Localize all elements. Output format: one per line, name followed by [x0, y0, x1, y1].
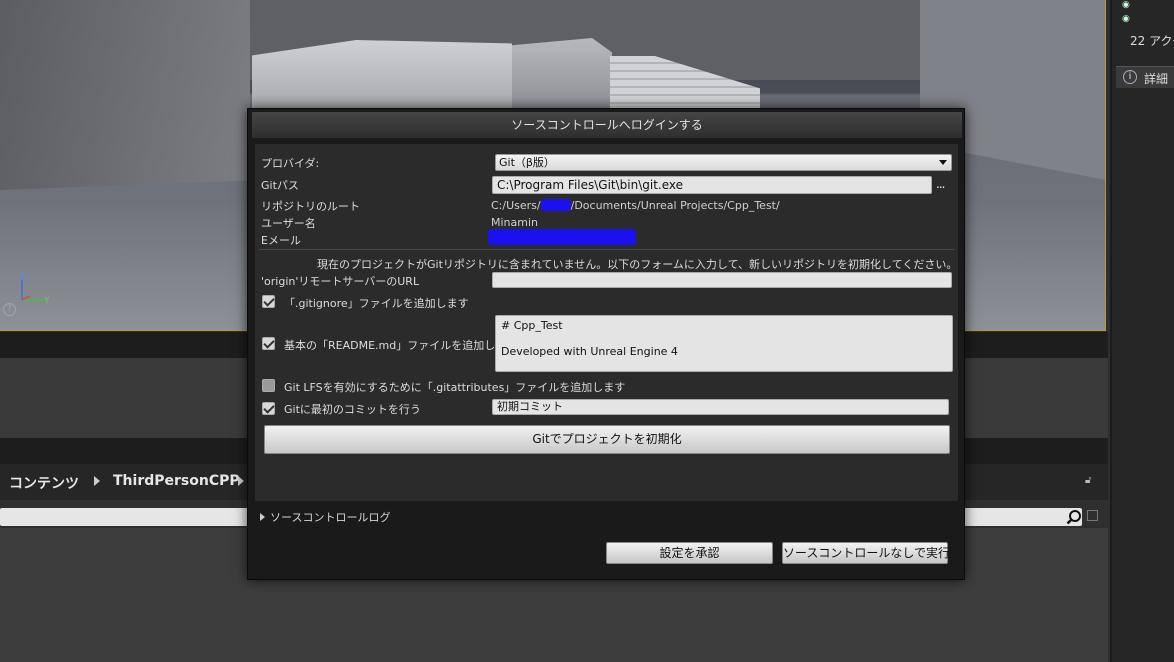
provider-label: プロバイダ: — [261, 157, 320, 170]
viewport-geometry — [512, 38, 612, 110]
breadcrumb-folder[interactable]: ThirdPersonCPP — [113, 473, 240, 489]
repo-root-prefix: C:/Users/ — [491, 199, 541, 212]
email-label: Eメール — [261, 234, 301, 247]
chevron-down-icon — [939, 160, 947, 165]
git-path-input[interactable]: C:\Program Files\Git\bin\git.exe — [492, 176, 932, 194]
initial-commit-label: Gitに最初のコミットを行う — [284, 403, 421, 416]
tab-details-label: 詳細 — [1144, 72, 1169, 86]
browse-button[interactable]: ... — [936, 177, 946, 191]
repo-root-label: リポジトリのルート — [261, 200, 360, 213]
viewport-wall — [0, 0, 250, 190]
save-icon[interactable] — [1087, 510, 1098, 521]
redaction-mark — [540, 199, 571, 211]
remote-url-input[interactable] — [492, 272, 952, 288]
visibility-eye-icon[interactable]: ◉ — [1122, 14, 1138, 24]
provider-select-value: Git（β版） — [499, 156, 555, 169]
initial-commit-message-input[interactable]: 初期コミット — [492, 399, 949, 415]
remote-url-label: 'origin'リモートサーバーのURL — [261, 275, 420, 288]
viewport-geometry — [252, 40, 512, 110]
provider-select[interactable]: Git（β版） — [495, 154, 952, 171]
chevron-right-icon[interactable] — [94, 476, 100, 486]
lock-icon[interactable]: 🔓︎ — [1085, 475, 1097, 487]
help-icon[interactable]: ? — [3, 303, 16, 316]
chevron-right-icon[interactable] — [238, 476, 244, 486]
lfs-checkbox[interactable] — [262, 379, 275, 392]
user-name-label: ユーザー名 — [261, 217, 316, 230]
readme-content-textarea[interactable]: # Cpp_Test Developed with Unreal Engine … — [495, 315, 953, 372]
svg-text:Z: Z — [20, 273, 26, 283]
readme-label: 基本の「README.md」ファイルを追加します — [284, 339, 518, 352]
source-control-log-toggle[interactable]: ソースコントロールログ — [260, 509, 390, 525]
repo-root-suffix: /Documents/Unreal Projects/Cpp_Test/ — [570, 199, 780, 212]
repo-root-value: C:/Users/ /Documents/Unreal Projects/Cpp_… — [491, 199, 780, 212]
divider — [259, 249, 954, 250]
source-control-log-label: ソースコントロールログ — [270, 511, 391, 524]
outliner-panel: ◉ ◉ 22 アクタ i 詳細 — [1110, 0, 1174, 662]
chevron-right-icon — [260, 513, 265, 521]
lfs-label: Git LFSを有効にするために「.gitattributes」ファイルを追加し… — [284, 381, 626, 394]
breadcrumb-content[interactable]: コンテンツ — [9, 473, 79, 493]
readme-checkbox[interactable] — [262, 337, 275, 350]
info-message: 現在のプロジェクトがGitリポジトリに含まれていません。以下のフォームに入力して… — [317, 258, 958, 271]
init-git-project-button[interactable]: Gitでプロジェクトを初期化 — [264, 425, 950, 454]
dialog-title: ソースコントロールへログインする — [252, 112, 962, 138]
redaction-mark — [488, 229, 636, 245]
axis-gizmo-icon: Z Y — [20, 273, 50, 306]
accept-settings-button[interactable]: 設定を承認 — [606, 542, 773, 564]
git-path-label: Gitパス — [261, 179, 299, 192]
gitignore-checkbox[interactable] — [262, 295, 275, 308]
run-without-source-control-button[interactable]: ソースコントロールなしで実行 — [782, 542, 950, 564]
initial-commit-checkbox[interactable] — [262, 402, 275, 415]
user-name-value: Minamin — [491, 216, 539, 229]
tab-details[interactable]: i 詳細 — [1116, 66, 1174, 88]
search-icon[interactable] — [1066, 509, 1082, 525]
dialog-body: プロバイダ: Git（β版） Gitパス C:\Program Files\Gi… — [255, 144, 958, 501]
info-icon: i — [1123, 70, 1137, 84]
actor-count: 22 アクタ — [1130, 34, 1174, 48]
svg-text:Y: Y — [43, 296, 50, 306]
source-control-login-dialog: ソースコントロールへログインする プロバイダ: Git（β版） Gitパス C:… — [247, 108, 965, 580]
visibility-eye-icon[interactable]: ◉ — [1122, 0, 1138, 10]
gitignore-label: 「.gitignore」ファイルを追加します — [284, 297, 469, 310]
